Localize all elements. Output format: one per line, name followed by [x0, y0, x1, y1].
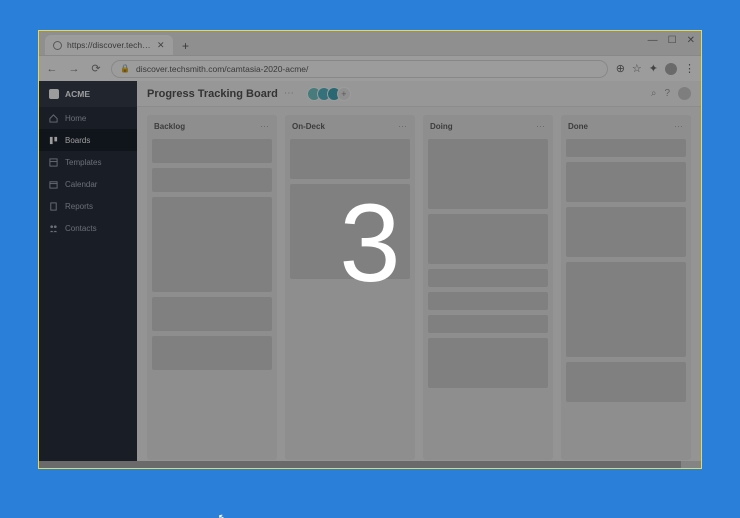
column-menu-icon[interactable]: ⋯ — [260, 121, 270, 132]
add-member-button[interactable]: + — [337, 87, 351, 101]
templates-icon — [49, 158, 58, 167]
sidebar-item-label: Templates — [65, 158, 101, 167]
board-title: Progress Tracking Board — [147, 88, 278, 100]
sidebar-item-contacts[interactable]: Contacts — [39, 217, 137, 239]
sidebar-item-calendar[interactable]: Calendar — [39, 173, 137, 195]
card[interactable] — [290, 139, 410, 179]
topbar-right: ⌕ ? — [651, 87, 691, 100]
sidebar-item-templates[interactable]: Templates — [39, 151, 137, 173]
column-menu-icon[interactable]: ⋯ — [398, 121, 408, 132]
card[interactable] — [566, 362, 686, 402]
sidebar-item-label: Home — [65, 114, 86, 123]
sidebar-item-home[interactable]: Home — [39, 107, 137, 129]
zoom-icon[interactable]: ⊕ — [616, 62, 625, 75]
toolbar-right: ⊕ ☆ ✦ ⋮ — [616, 62, 695, 75]
kebab-menu-icon[interactable]: ⋮ — [684, 62, 695, 75]
tab-title: https://discover.techsmith.com/... — [67, 40, 152, 50]
card[interactable] — [428, 292, 548, 310]
card[interactable] — [428, 269, 548, 287]
cursor-icon: ↖ — [216, 510, 228, 518]
address-bar[interactable]: 🔒 discover.techsmith.com/camtasia-2020-a… — [111, 60, 608, 78]
card[interactable] — [152, 336, 272, 370]
column-title: On-Deck — [292, 122, 325, 131]
user-avatar-icon[interactable] — [678, 87, 691, 100]
globe-icon — [53, 41, 62, 50]
card[interactable] — [566, 139, 686, 157]
home-icon — [49, 114, 58, 123]
lock-icon: 🔒 — [120, 64, 130, 73]
scrollbar-thumb[interactable] — [39, 461, 681, 468]
url-text: discover.techsmith.com/camtasia-2020-acm… — [136, 64, 308, 74]
column-done: Done ⋯ — [561, 115, 691, 460]
profile-avatar-icon[interactable] — [665, 63, 677, 75]
card[interactable] — [428, 338, 548, 388]
browser-chrome: — ☐ ✕ https://discover.techsmith.com/...… — [39, 31, 701, 81]
window-minimize-icon[interactable]: — — [648, 35, 658, 46]
card[interactable] — [428, 214, 548, 264]
sidebar-item-boards[interactable]: Boards — [39, 129, 137, 151]
card[interactable] — [566, 262, 686, 357]
window-close-icon[interactable]: ✕ — [687, 35, 695, 46]
browser-toolbar: ← → ⟳ 🔒 discover.techsmith.com/camtasia-… — [39, 55, 701, 81]
column-title: Done — [568, 122, 588, 131]
sidebar: ACME Home Boards Templates — [39, 81, 137, 468]
contacts-icon — [49, 224, 58, 233]
main: Progress Tracking Board ⋯ + ⌕ ? Bac — [137, 81, 701, 468]
calendar-icon — [49, 180, 58, 189]
board-menu-icon[interactable]: ⋯ — [284, 88, 295, 99]
brand-label: ACME — [65, 89, 90, 99]
window-maximize-icon[interactable]: ☐ — [668, 35, 677, 46]
horizontal-scrollbar[interactable] — [39, 461, 701, 468]
column-backlog: Backlog ⋯ — [147, 115, 277, 460]
sidebar-item-label: Contacts — [65, 224, 97, 233]
recording-countdown: 3 — [339, 180, 400, 307]
card[interactable] — [566, 207, 686, 257]
bookmark-star-icon[interactable]: ☆ — [632, 62, 642, 75]
member-avatars[interactable]: + — [311, 87, 351, 101]
forward-button[interactable]: → — [67, 63, 81, 75]
board-topbar: Progress Tracking Board ⋯ + ⌕ ? — [137, 81, 701, 107]
sidebar-item-label: Calendar — [65, 180, 97, 189]
sidebar-item-reports[interactable]: Reports — [39, 195, 137, 217]
tab-close-icon[interactable]: ✕ — [157, 40, 165, 51]
column-title: Backlog — [154, 122, 185, 131]
column-menu-icon[interactable]: ⋯ — [536, 121, 546, 132]
column-menu-icon[interactable]: ⋯ — [674, 121, 684, 132]
card[interactable] — [566, 162, 686, 202]
help-icon[interactable]: ? — [664, 88, 670, 99]
card[interactable] — [152, 139, 272, 163]
sidebar-item-label: Boards — [65, 136, 90, 145]
card[interactable] — [152, 168, 272, 192]
sidebar-item-label: Reports — [65, 202, 93, 211]
kanban-board: Backlog ⋯ On-Deck ⋯ — [137, 107, 701, 468]
brand[interactable]: ACME — [39, 81, 137, 107]
window-controls: — ☐ ✕ — [648, 35, 695, 46]
column-doing: Doing ⋯ — [423, 115, 553, 460]
card[interactable] — [152, 297, 272, 331]
new-tab-button[interactable]: + — [177, 37, 195, 55]
search-icon[interactable]: ⌕ — [651, 88, 657, 99]
browser-tab[interactable]: https://discover.techsmith.com/... ✕ — [45, 35, 173, 55]
card[interactable] — [428, 139, 548, 209]
card[interactable] — [152, 197, 272, 292]
reload-button[interactable]: ⟳ — [89, 62, 103, 75]
brand-logo-icon — [49, 89, 59, 99]
extensions-icon[interactable]: ✦ — [649, 62, 658, 75]
boards-icon — [49, 136, 58, 145]
tab-strip: https://discover.techsmith.com/... ✕ + — [39, 31, 701, 55]
back-button[interactable]: ← — [45, 63, 59, 75]
card[interactable] — [428, 315, 548, 333]
recording-capture-frame: — ☐ ✕ https://discover.techsmith.com/...… — [38, 30, 702, 469]
reports-icon — [49, 202, 58, 211]
column-title: Doing — [430, 122, 453, 131]
